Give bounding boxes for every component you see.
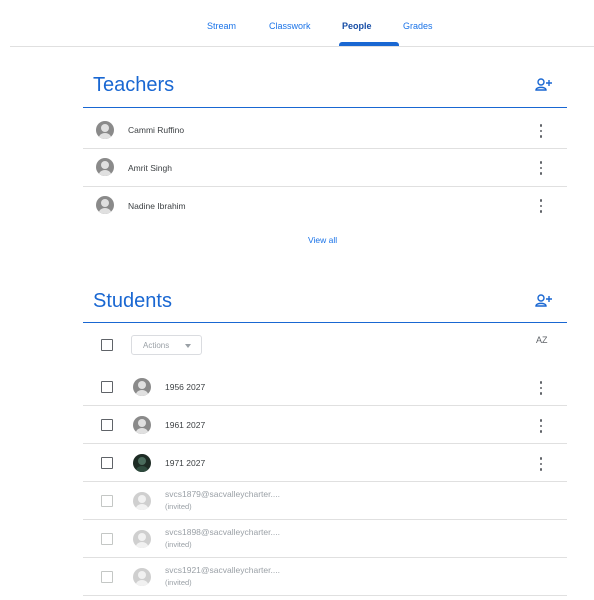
student-row: 1961 2027 [83,406,567,444]
avatar [96,196,114,214]
arrow-drop-down-icon [185,344,191,348]
actions-dropdown[interactable]: Actions [131,335,202,355]
more-vert-icon[interactable] [538,419,544,433]
teacher-name: Nadine Ibrahim [128,201,186,211]
avatar [96,121,114,139]
teacher-row: Cammi Ruffino [83,111,567,149]
top-tab-bar: Stream Classwork People Grades [10,0,594,47]
avatar [133,454,151,472]
student-email: svcs1879@sacvalleycharter.... [165,489,280,499]
students-heading: Students [93,290,172,312]
view-all-link[interactable]: View all [308,235,337,245]
student-checkbox[interactable] [101,457,113,469]
students-divider [83,322,567,323]
invited-status: (invited) [165,502,192,511]
person-add-icon[interactable] [535,78,553,92]
student-checkbox[interactable] [101,419,113,431]
invited-status: (invited) [165,578,192,587]
teacher-row: Amrit Singh [83,149,567,187]
person-add-icon[interactable] [535,294,553,308]
teachers-heading: Teachers [93,74,175,96]
student-name: 1971 2027 [165,458,206,468]
student-checkbox[interactable] [101,571,113,583]
teachers-divider [83,107,567,108]
teacher-name: Cammi Ruffino [128,125,185,135]
invited-student-row: svcs1921@sacvalleycharter.... (invited) [83,558,567,596]
select-all-checkbox[interactable] [101,339,113,351]
sort-az-icon[interactable]: AZ [536,335,548,345]
invited-student-row: svcs1879@sacvalleycharter.... (invited) [83,482,567,520]
actions-label: Actions [143,341,170,350]
avatar [133,416,151,434]
student-checkbox[interactable] [101,533,113,545]
avatar [133,492,151,510]
tab-classwork[interactable]: Classwork [269,21,311,47]
student-row: 1956 2027 [83,368,567,406]
more-vert-icon[interactable] [538,381,544,395]
student-row: 1971 2027 [83,444,567,482]
invited-status: (invited) [165,540,192,549]
student-checkbox[interactable] [101,381,113,393]
student-checkbox[interactable] [101,495,113,507]
student-email: svcs1921@sacvalleycharter.... [165,565,280,575]
avatar [133,568,151,586]
active-tab-indicator [339,42,399,46]
more-vert-icon[interactable] [538,124,544,138]
student-email: svcs1898@sacvalleycharter.... [165,527,280,537]
teacher-name: Amrit Singh [128,163,172,173]
teacher-row: Nadine Ibrahim [83,187,567,225]
tab-stream[interactable]: Stream [207,21,236,47]
avatar [133,378,151,396]
more-vert-icon[interactable] [538,199,544,213]
more-vert-icon[interactable] [538,457,544,471]
avatar [96,158,114,176]
avatar [133,530,151,548]
student-name: 1961 2027 [165,420,206,430]
invited-student-row: svcs1898@sacvalleycharter.... (invited) [83,520,567,558]
more-vert-icon[interactable] [538,161,544,175]
tab-grades[interactable]: Grades [403,21,433,47]
student-name: 1956 2027 [165,382,206,392]
